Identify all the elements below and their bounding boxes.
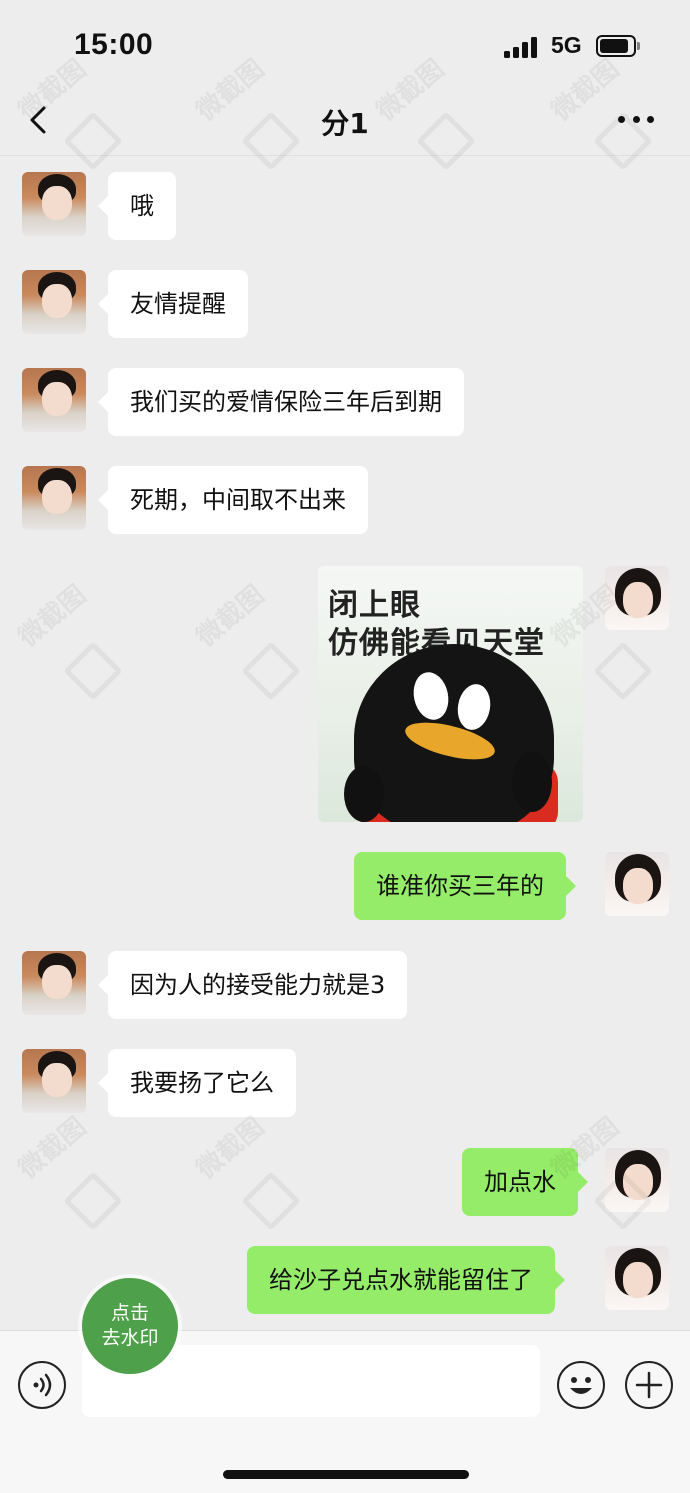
emoji-icon [570,1377,592,1394]
remove-watermark-label: 点击 [110,1302,149,1324]
contact-avatar[interactable] [22,951,86,1015]
message-bubble[interactable]: 给沙子兑点水就能留住了 [247,1246,565,1314]
voice-icon [33,1373,52,1397]
plus-icon [635,1371,663,1399]
message-list[interactable]: 哦 友情提醒 我们买的爱情保险三年后到期 死期，中间取不出来 闭上眼 仿佛能看见… [0,156,690,1330]
contact-avatar[interactable] [22,172,86,236]
contact-avatar[interactable] [22,466,86,530]
message-row: 我们买的爱情保险三年后到期 [0,368,690,436]
chat-title: 分1 [321,107,369,140]
remove-watermark-label: 去水印 [101,1327,159,1349]
nav-bar: 分1 [0,90,690,156]
message-row: 死期，中间取不出来 [0,466,690,534]
contact-avatar[interactable] [22,270,86,334]
my-avatar[interactable] [605,566,669,630]
contact-avatar[interactable] [22,368,86,432]
message-bubble[interactable]: 加点水 [462,1148,588,1216]
message-bubble[interactable]: 友情提醒 [98,270,248,338]
plus-button[interactable] [625,1361,673,1409]
message-bubble[interactable]: 我们买的爱情保险三年后到期 [98,368,464,436]
message-bubble[interactable]: 因为人的接受能力就是3 [97,951,408,1019]
status-bar: 15:00 5G [0,0,690,90]
message-row: 友情提醒 [0,270,690,338]
battery-icon [596,35,640,57]
my-avatar[interactable] [605,852,669,916]
home-indicator[interactable] [223,1470,469,1479]
signal-icon [504,36,540,58]
sticker-image[interactable]: 闭上眼 仿佛能看见天堂 [318,566,583,822]
emoji-button[interactable] [557,1361,605,1409]
message-bubble[interactable]: 谁准你买三年的 [354,852,576,920]
message-bubble[interactable]: 我要扬了它么 [98,1049,296,1117]
message-row: 因为人的接受能力就是3 [0,951,690,1019]
message-bubble[interactable]: 哦 [98,172,176,240]
status-time: 15:00 [74,28,154,61]
more-dots-icon [618,115,625,123]
remove-watermark-button[interactable]: 点击 去水印 [82,1278,178,1374]
my-avatar[interactable] [605,1246,669,1310]
network-label: 5G [551,32,582,58]
contact-avatar[interactable] [22,1049,86,1113]
voice-button[interactable] [18,1361,66,1409]
more-button[interactable] [614,102,658,136]
message-row: 我要扬了它么 [0,1049,690,1117]
message-row: 哦 [0,172,690,240]
message-bubble[interactable]: 死期，中间取不出来 [98,466,368,534]
my-avatar[interactable] [605,1148,669,1212]
